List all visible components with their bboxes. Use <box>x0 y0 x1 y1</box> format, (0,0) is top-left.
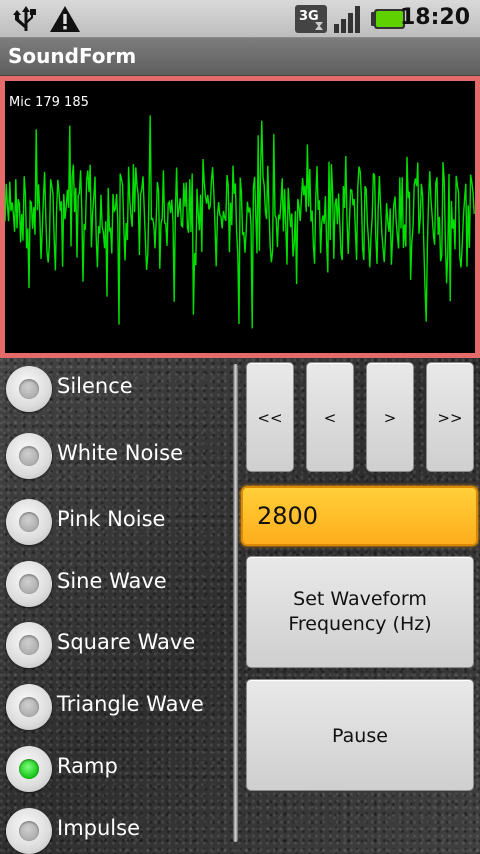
radio-label[interactable]: Sine Wave <box>57 569 167 593</box>
step-next-button[interactable]: > <box>366 362 414 472</box>
radio-label[interactable]: White Noise <box>57 441 183 465</box>
frequency-input[interactable]: 2800 <box>241 486 478 546</box>
radio-button[interactable] <box>6 746 52 792</box>
radio-indicator <box>19 821 39 841</box>
radio-white-noise[interactable]: White Noise <box>0 427 232 485</box>
radio-silence[interactable]: Silence <box>0 360 232 418</box>
radio-button[interactable] <box>6 684 52 730</box>
step-prev-button[interactable]: < <box>306 362 354 472</box>
radio-button[interactable] <box>6 561 52 607</box>
usb-icon <box>13 6 36 31</box>
set-frequency-label-line1: Set Waveform <box>293 588 427 610</box>
radio-indicator <box>19 446 39 466</box>
radio-indicator <box>19 379 39 399</box>
radio-square-wave[interactable]: Square Wave <box>0 616 232 674</box>
panel-divider <box>233 364 238 842</box>
mic-level-label: Mic 179 185 <box>9 95 89 110</box>
radio-button[interactable] <box>6 808 52 854</box>
radio-label[interactable]: Triangle Wave <box>57 692 204 716</box>
signal-icon <box>334 6 360 33</box>
waveform-trace <box>5 115 475 329</box>
radio-button[interactable] <box>6 433 52 479</box>
network-type-label: 3G <box>299 9 319 24</box>
radio-indicator-selected <box>19 759 39 779</box>
radio-label[interactable]: Ramp <box>57 754 118 778</box>
warning-icon <box>50 6 80 32</box>
waveform-canvas: Mic 179 185 <box>5 81 475 353</box>
waveform-line <box>5 115 475 329</box>
radio-button[interactable] <box>6 622 52 668</box>
clock: 18:20 <box>399 5 470 30</box>
step-last-button[interactable]: >> <box>426 362 474 472</box>
radio-label[interactable]: Impulse <box>57 816 140 840</box>
radio-button[interactable] <box>6 366 52 412</box>
radio-pink-noise[interactable]: Pink Noise <box>0 493 232 551</box>
radio-button[interactable] <box>6 499 52 545</box>
radio-indicator <box>19 697 39 717</box>
title-bar: SoundForm <box>0 38 480 76</box>
app-title: SoundForm <box>8 44 137 68</box>
pause-button[interactable]: Pause <box>246 679 474 791</box>
status-bar: 3G 18:20 <box>0 0 480 38</box>
waveform-radio-group: Silence White Noise Pink Noise Sine Wave… <box>0 358 232 854</box>
radio-label[interactable]: Square Wave <box>57 630 195 654</box>
radio-sine-wave[interactable]: Sine Wave <box>0 555 232 613</box>
radio-label[interactable]: Pink Noise <box>57 507 165 531</box>
radio-ramp[interactable]: Ramp <box>0 740 232 798</box>
waveform-display: Mic 179 185 <box>0 76 480 358</box>
set-frequency-button[interactable]: Set Waveform Frequency (Hz) <box>246 556 474 668</box>
radio-triangle-wave[interactable]: Triangle Wave <box>0 678 232 736</box>
3g-icon: 3G <box>295 5 327 33</box>
radio-indicator <box>19 635 39 655</box>
radio-indicator <box>19 512 39 532</box>
step-first-button[interactable]: << <box>246 362 294 472</box>
radio-label[interactable]: Silence <box>57 374 133 398</box>
radio-impulse[interactable]: Impulse <box>0 802 232 854</box>
set-frequency-label-line2: Frequency (Hz) <box>288 613 432 635</box>
radio-indicator <box>19 574 39 594</box>
